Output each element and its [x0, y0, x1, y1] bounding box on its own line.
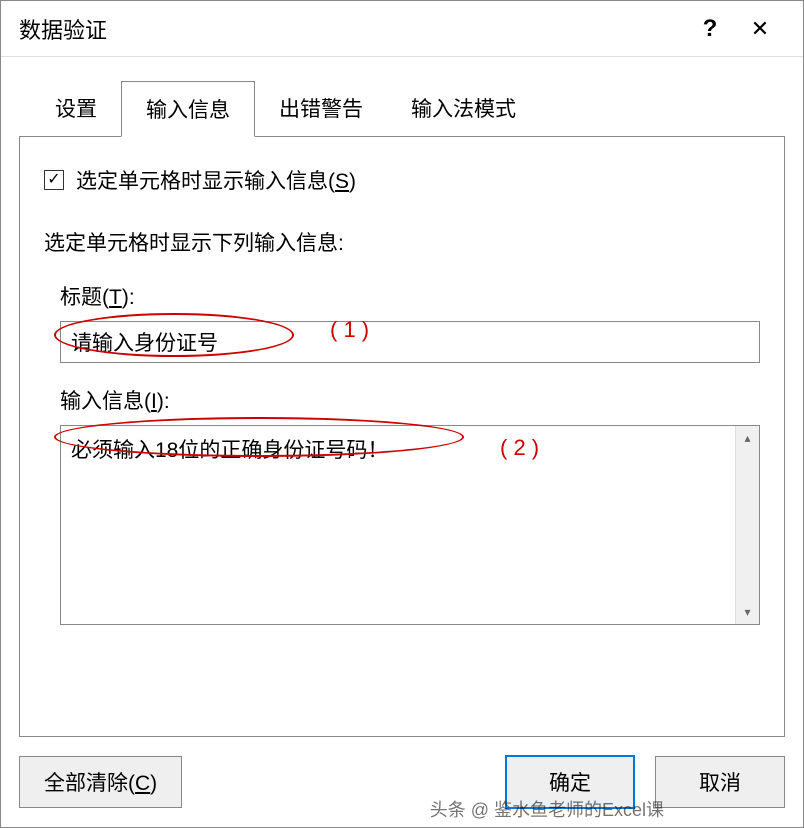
tab-panel-input-message: ✓ 选定单元格时显示输入信息(S) 选定单元格时显示下列输入信息: 标题(T):…	[19, 136, 785, 737]
checkbox-icon[interactable]: ✓	[44, 170, 64, 190]
tab-input-message[interactable]: 输入信息	[121, 81, 255, 137]
scroll-up-icon[interactable]: ▴	[736, 426, 759, 450]
message-textarea-wrapper: 必须输入18位的正确身份证号码！ ▴ ▾	[60, 425, 760, 625]
dialog-title: 数据验证	[19, 13, 685, 45]
help-button[interactable]: ?	[685, 15, 735, 43]
data-validation-dialog: 数据验证 ? ✕ 设置 输入信息 出错警告 输入法模式 ✓ 选定单元格时显示输入…	[0, 0, 804, 828]
scroll-down-icon[interactable]: ▾	[736, 600, 759, 624]
message-input[interactable]: 必须输入18位的正确身份证号码！	[61, 426, 735, 624]
scrollbar[interactable]: ▴ ▾	[735, 426, 759, 624]
titlebar: 数据验证 ? ✕	[1, 1, 803, 57]
close-button[interactable]: ✕	[735, 16, 785, 42]
message-field-group: 输入信息(I): 必须输入18位的正确身份证号码！ ▴ ▾ ( 2 )	[60, 385, 760, 625]
title-field-group: 标题(T): ( 1 )	[60, 281, 760, 385]
show-input-message-checkbox-row[interactable]: ✓ 选定单元格时显示输入信息(S)	[44, 165, 760, 195]
tab-strip: 设置 输入信息 出错警告 输入法模式	[31, 81, 785, 137]
tab-ime-mode[interactable]: 输入法模式	[387, 81, 540, 137]
checkbox-label: 选定单元格时显示输入信息(S)	[76, 165, 356, 195]
clear-all-button[interactable]: 全部清除(C)	[19, 756, 182, 808]
content-area: 设置 输入信息 出错警告 输入法模式 ✓ 选定单元格时显示输入信息(S) 选定单…	[1, 57, 803, 737]
button-row: 全部清除(C) 确定 取消	[1, 737, 803, 827]
title-label: 标题(T):	[60, 281, 760, 311]
message-label: 输入信息(I):	[60, 385, 760, 415]
title-input[interactable]	[60, 321, 760, 363]
ok-button[interactable]: 确定	[505, 755, 635, 809]
tab-error-alert[interactable]: 出错警告	[255, 81, 387, 137]
tab-settings[interactable]: 设置	[31, 81, 121, 137]
cancel-button[interactable]: 取消	[655, 756, 785, 808]
section-heading: 选定单元格时显示下列输入信息:	[44, 227, 760, 257]
